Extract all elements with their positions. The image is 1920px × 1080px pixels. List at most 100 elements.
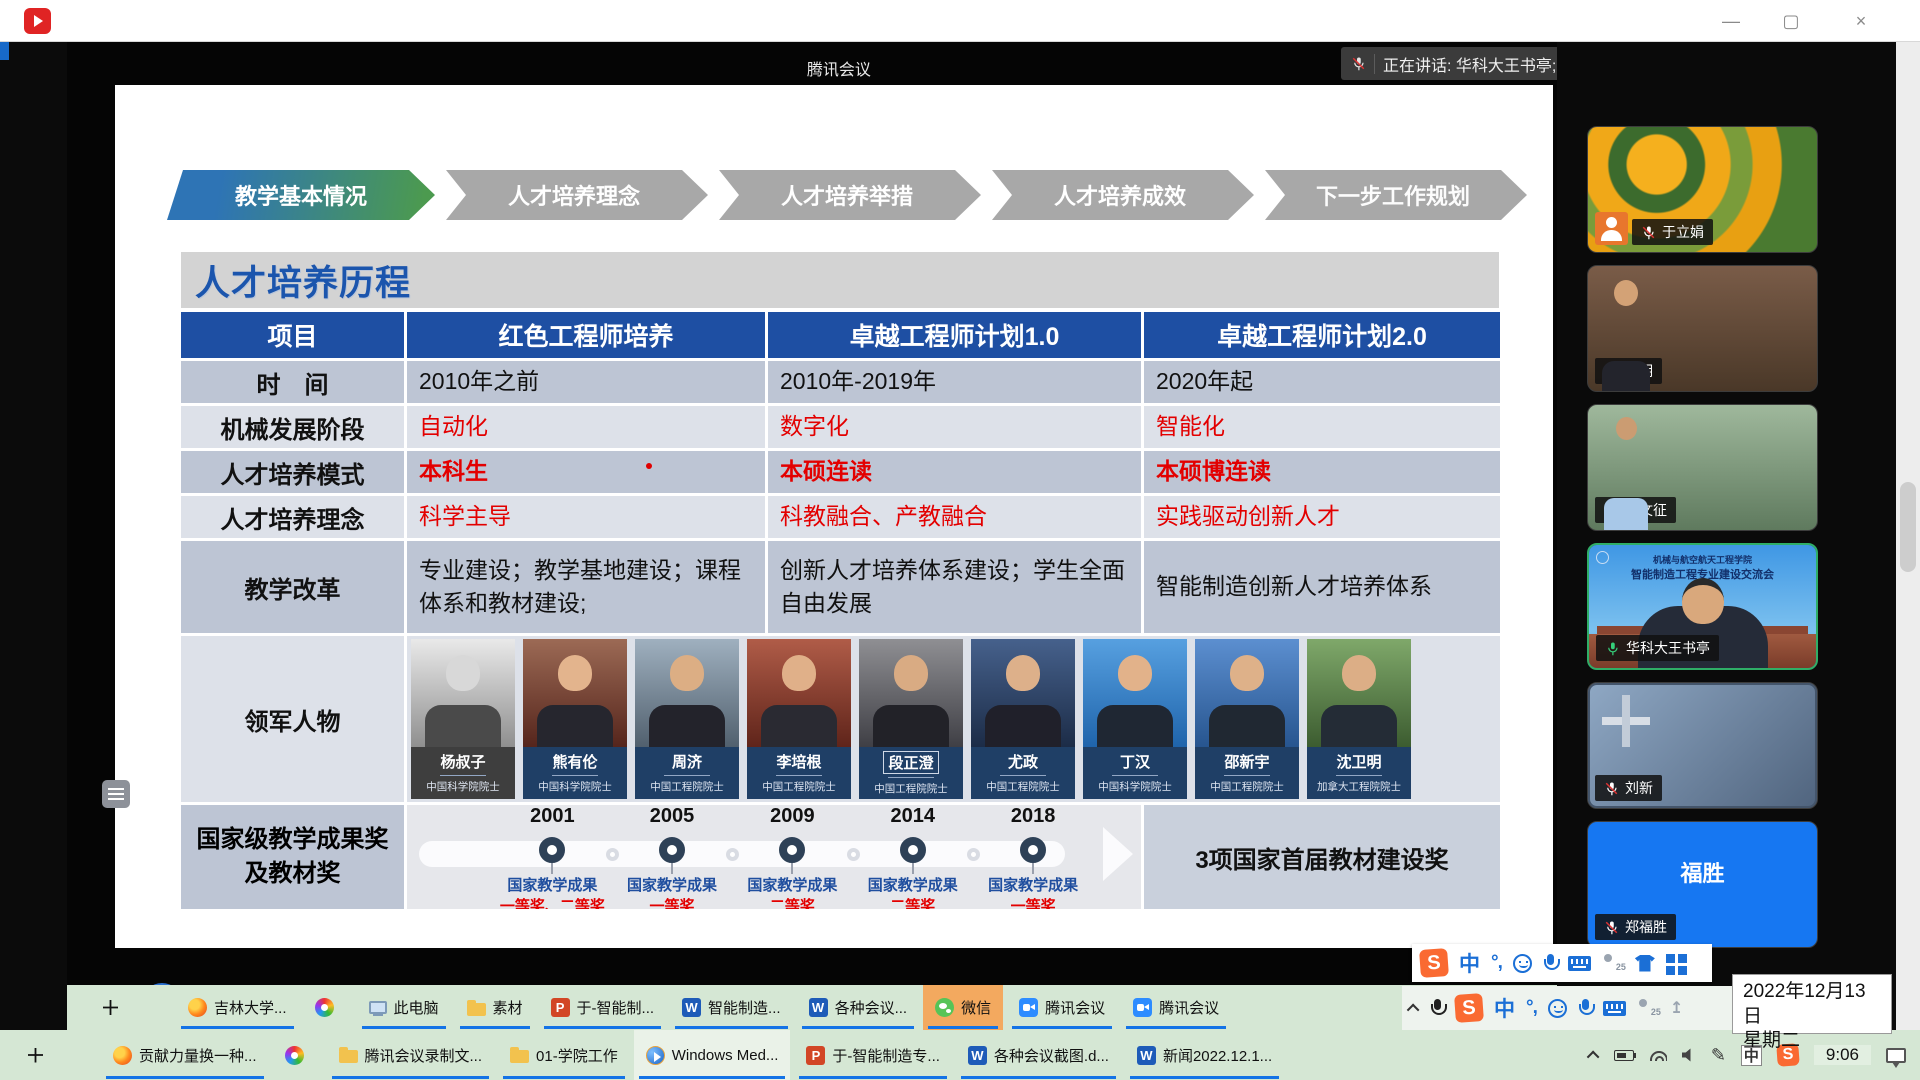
ime-toolbar-icon[interactable] (1548, 999, 1567, 1018)
ime-toolbar-icon[interactable]: S (1419, 948, 1449, 978)
ime-toolbar-icon[interactable]: 中 (1459, 948, 1480, 978)
notifications-icon[interactable] (1886, 1048, 1906, 1063)
timeline-year: 2005 (607, 805, 737, 828)
taskbar-item[interactable]: 于-智能制... (539, 985, 667, 1030)
taskbar-item[interactable] (273, 1030, 323, 1080)
taskbar-item-icon (682, 998, 701, 1017)
taskbar-item[interactable] (91, 985, 137, 1030)
ime-toolbar-icon[interactable] (1568, 956, 1591, 971)
participant-mic-icon (1641, 225, 1656, 240)
ime-toolbar-icon[interactable]: S (1454, 993, 1484, 1023)
divider (552, 775, 598, 776)
taskbar-item[interactable]: 微信 (923, 985, 1003, 1030)
ime-toolbar-icon[interactable] (1637, 999, 1659, 1017)
taskbar-item[interactable] (141, 985, 172, 1030)
slide-tab[interactable]: 人才培养理念 (440, 170, 708, 220)
ime-toolbar-icon[interactable] (1578, 999, 1592, 1017)
participant-tile[interactable]: 福胜 郑福胜 (1587, 821, 1818, 948)
taskbar-item[interactable]: 腾讯会议 (1121, 985, 1231, 1030)
slide-tab-label: 人才培养举措 (781, 179, 913, 211)
leader-card: 周济 中国工程院院士 (635, 639, 739, 799)
ime-toolbar-icon[interactable] (1543, 954, 1557, 972)
taskbar-item[interactable] (303, 985, 353, 1030)
media-player-icon[interactable] (24, 8, 51, 34)
ime-toolbar-icon[interactable]: °, (1526, 997, 1537, 1019)
table-header-cell: 项目 (181, 312, 404, 358)
scrollbar-thumb[interactable] (1900, 482, 1916, 572)
participant-mic-icon (1604, 920, 1619, 935)
leader-photo (747, 639, 851, 747)
ime-toolbar-icon[interactable]: 中 (1494, 993, 1515, 1023)
participant-tile[interactable]: 吴文征 (1587, 404, 1818, 531)
taskbar-item[interactable]: 新闻2022.12.1... (1125, 1030, 1284, 1080)
tray-icon[interactable]: ✎ (1711, 1045, 1726, 1066)
ime-toolbar-icon[interactable]: ↥ (1670, 998, 1683, 1018)
slide-tab[interactable]: 教学基本情况 (167, 170, 435, 220)
taskbar-item-label: 新闻2022.12.1... (1163, 1045, 1272, 1066)
annotation-tool-button[interactable] (102, 780, 130, 808)
slide-tab[interactable]: 人才培养成效 (986, 170, 1254, 220)
leader-name: 邵新宇 (1220, 751, 1273, 772)
participant-tile[interactable]: 机械与航空航天工程学院 智能制造工程专业建设交流会 (1587, 543, 1818, 670)
taskbar-item[interactable]: 智能制造... (670, 985, 793, 1030)
ime-toolbar-icon[interactable] (1430, 999, 1444, 1017)
panel-scrollbar[interactable] (1896, 42, 1920, 1030)
tray-icon[interactable] (1682, 1048, 1696, 1062)
taskbar-item[interactable]: 贡献力量换一种... (101, 1030, 269, 1080)
divider (440, 775, 486, 776)
screen-share-region: 腾讯会议 正在讲话: 华科大王书亭; — ❐ ✕ 教学基本情况 人才培养理念 (67, 42, 1557, 985)
taskbar-item[interactable]: 吉林大学... (176, 985, 299, 1030)
taskbar-item[interactable]: 腾讯会议 (1007, 985, 1117, 1030)
ime-toolbar-icon[interactable] (1666, 954, 1675, 963)
meeting-window-title: 腾讯会议 (807, 56, 871, 80)
ime-toolbar-icon[interactable] (1602, 954, 1624, 972)
tray-icon[interactable] (1649, 1049, 1667, 1061)
ime-toolbar-icon[interactable] (1603, 1001, 1626, 1016)
taskbar-item[interactable]: 腾讯会议录制文... (327, 1030, 495, 1080)
outer-close-button[interactable]: × (1838, 10, 1884, 34)
taskbar-item-icon (646, 1046, 665, 1065)
taskbar-item-icon (103, 1000, 118, 1015)
outer-maximize-button[interactable]: ▢ (1768, 10, 1814, 34)
taskbar-item[interactable]: 素材 (455, 985, 535, 1030)
timeline-dot (659, 837, 685, 863)
outer-minimize-button[interactable]: — (1708, 10, 1754, 34)
taskbar-item[interactable] (66, 1030, 97, 1080)
taskbar-item[interactable]: 于-智能制造专... (794, 1030, 952, 1080)
timeline-item: 2009 国家教学成果 二等奖 (727, 805, 857, 909)
taskbar-item[interactable]: 此电脑 (357, 985, 451, 1030)
participant-tile[interactable]: 陈明 (1587, 265, 1818, 392)
participant-tile[interactable]: 刘新 (1587, 682, 1818, 809)
ime-toolbar-icon[interactable] (1407, 1003, 1420, 1016)
tray-icon[interactable] (1614, 1050, 1634, 1061)
taskbar-item[interactable]: 01-学院工作 (498, 1030, 630, 1080)
ime-toolbar-icon[interactable] (1513, 954, 1532, 973)
participant-tile[interactable]: 于立娟 (1587, 126, 1818, 253)
timeline-dash (1032, 863, 1034, 874)
taskbar-item-icon (28, 1048, 43, 1063)
ime-toolbar-icon[interactable]: °, (1491, 952, 1502, 974)
leader-card: 尤政 中国工程院院士 (971, 639, 1075, 799)
participants-panel: 于立娟 (1557, 42, 1896, 1030)
tray-icon[interactable] (1587, 1050, 1600, 1063)
row-label-awards: 国家级教学成果奖及教材奖 (181, 805, 404, 909)
slide-tab[interactable]: 人才培养举措 (713, 170, 981, 220)
taskbar-item[interactable]: 各种会议... (797, 985, 920, 1030)
divider (1374, 54, 1375, 74)
leader-title: 中国科学院院士 (411, 779, 515, 794)
leader-photo (635, 639, 739, 747)
divider (888, 777, 934, 778)
background-sliver (0, 42, 67, 1030)
slide-tab-label: 人才培养理念 (508, 179, 640, 211)
leader-photo (971, 639, 1075, 747)
leader-caption: 尤政 中国工程院院士 (971, 747, 1075, 799)
timeline-dot (779, 837, 805, 863)
timeline-dash (791, 863, 793, 874)
taskbar-item[interactable]: Windows Med... (634, 1030, 791, 1080)
ime-toolbar-bottom: S中 °, ↥ (1402, 986, 1734, 1030)
timeline-item: 2018 国家教学成果 一等奖 (968, 805, 1098, 909)
taskbar-item[interactable] (16, 1030, 62, 1080)
taskbar-item[interactable]: 各种会议截图.d... (956, 1030, 1121, 1080)
slide-tab[interactable]: 下一步工作规划 (1259, 170, 1527, 220)
ime-toolbar-icon[interactable] (1635, 955, 1655, 972)
